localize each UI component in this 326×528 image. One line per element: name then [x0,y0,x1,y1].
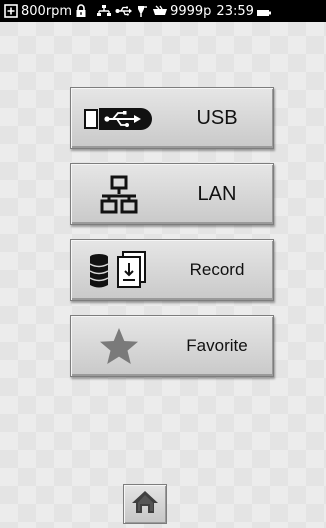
favorite-button[interactable]: Favorite [70,315,274,377]
lan-label: LAN [197,182,237,205]
home-icon [131,489,159,520]
favorite-label: Favorite [186,336,248,355]
usb-label: USB [196,106,238,129]
lan-button[interactable]: LAN [70,163,274,225]
screen: 800rpm 9999p 23:59 USB LAN Record Favori… [0,0,326,528]
page-count: 9999p [170,3,212,19]
home-button[interactable] [123,484,167,524]
clock-time: 23:59 [216,3,254,19]
star-icon [81,322,157,372]
status-bar: 800rpm 9999p 23:59 [0,0,326,22]
usb-button[interactable]: USB [70,87,274,149]
rpm-readout: 800rpm [21,3,73,19]
record-button[interactable]: Record [70,239,274,301]
record-label: Record [189,260,245,279]
lock-icon [75,4,87,18]
lan-icon [81,170,157,220]
network-icon [96,4,112,18]
record-icon [81,246,157,296]
plus-box-icon [4,4,18,18]
paper-tray-icon [151,4,169,18]
usb-icon [115,4,133,18]
usb-icon [81,94,157,144]
battery-icon [256,4,271,18]
pen-icon [136,4,148,18]
